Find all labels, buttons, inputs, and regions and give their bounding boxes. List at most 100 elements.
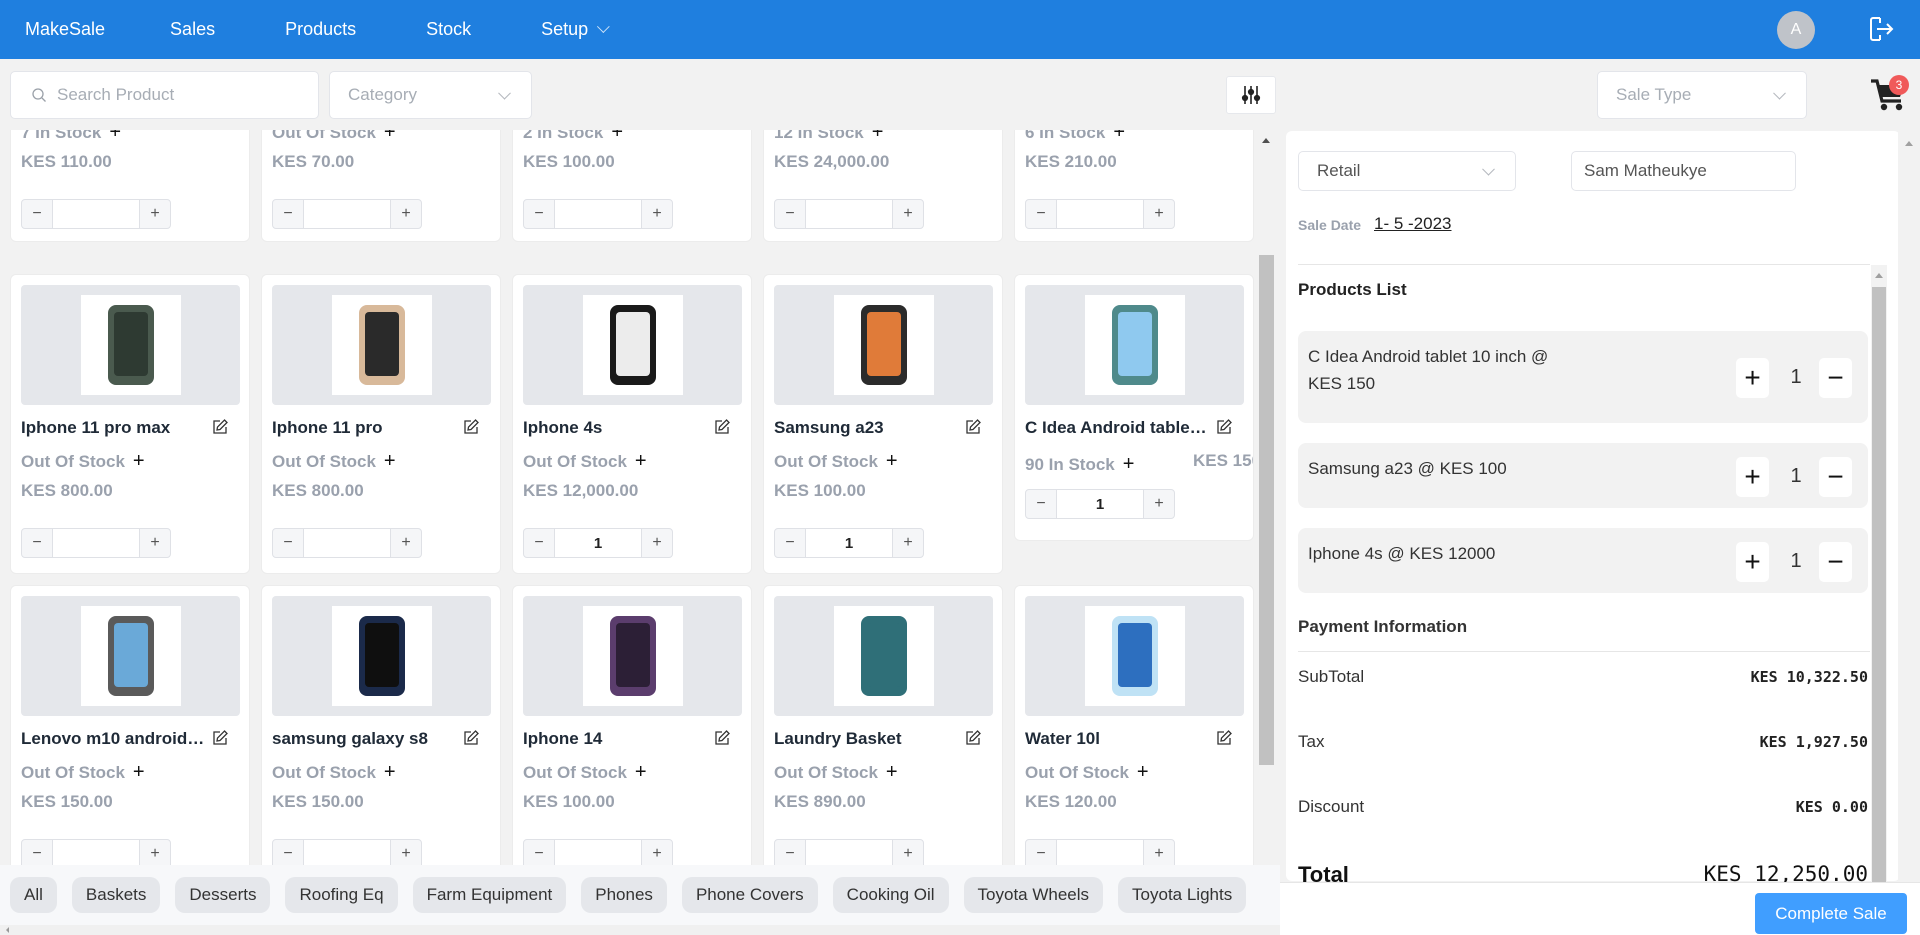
increment-button[interactable]: + <box>893 200 923 228</box>
add-stock-icon[interactable]: + <box>384 761 396 784</box>
quantity-input[interactable] <box>303 200 391 228</box>
category-chip[interactable]: Baskets <box>71 877 161 913</box>
quantity-stepper[interactable]: −+ <box>21 528 171 558</box>
quantity-input[interactable] <box>554 200 642 228</box>
quantity-stepper[interactable]: −+ <box>523 199 673 229</box>
product-image[interactable] <box>523 596 742 716</box>
decrement-button[interactable]: − <box>775 200 805 228</box>
quantity-stepper[interactable]: −+ <box>272 528 422 558</box>
quantity-stepper[interactable]: −+ <box>523 839 673 865</box>
add-stock-icon[interactable]: + <box>872 130 884 144</box>
edit-icon[interactable] <box>964 418 982 436</box>
increase-qty-button[interactable]: + <box>1736 358 1769 398</box>
product-image[interactable] <box>21 596 240 716</box>
quantity-input[interactable] <box>554 840 642 865</box>
scrollbar-thumb[interactable] <box>1259 255 1274 765</box>
nav-products[interactable]: Products <box>285 19 356 40</box>
product-image[interactable] <box>1025 285 1244 405</box>
increment-button[interactable]: + <box>391 529 421 557</box>
avatar[interactable]: A <box>1777 11 1815 49</box>
product-card[interactable]: Iphone 11 pro Out Of Stock + KES 800.00− + <box>261 274 501 574</box>
edit-icon[interactable] <box>1215 729 1233 747</box>
sale-panel-scrollbar[interactable] <box>1898 131 1920 881</box>
edit-icon[interactable] <box>964 729 982 747</box>
sale-panel-inner-scrollbar[interactable] <box>1871 265 1887 887</box>
product-card[interactable]: Iphone 14 Out Of Stock + KES 100.00− + <box>512 585 752 865</box>
logout-icon[interactable] <box>1866 14 1896 44</box>
quantity-stepper[interactable]: −+ <box>21 199 171 229</box>
add-stock-icon[interactable]: + <box>886 761 898 784</box>
increment-button[interactable]: + <box>391 840 421 865</box>
category-chip[interactable]: Toyota Lights <box>1118 877 1247 913</box>
nav-sales[interactable]: Sales <box>170 19 215 40</box>
product-image[interactable] <box>774 596 993 716</box>
product-card[interactable]: Out Of Stock + KES 70.00− + <box>261 130 501 242</box>
add-stock-icon[interactable]: + <box>384 450 396 473</box>
quantity-input[interactable] <box>554 529 642 557</box>
increment-button[interactable]: + <box>1144 490 1174 518</box>
scroll-up-icon[interactable] <box>1875 273 1883 278</box>
scroll-up-icon[interactable] <box>1905 141 1913 146</box>
nav-makesale[interactable]: MakeSale <box>25 19 105 40</box>
add-stock-icon[interactable]: + <box>1123 453 1135 476</box>
scroll-left-icon[interactable] <box>6 927 9 933</box>
category-chip[interactable]: Phone Covers <box>681 877 818 913</box>
product-image[interactable] <box>272 285 491 405</box>
quantity-stepper[interactable]: −+ <box>272 199 422 229</box>
customer-field[interactable] <box>1571 151 1796 191</box>
customer-input[interactable] <box>1584 161 1784 181</box>
quantity-input[interactable] <box>1056 840 1144 865</box>
product-image[interactable] <box>1025 596 1244 716</box>
quantity-stepper[interactable]: −+ <box>774 199 924 229</box>
decrement-button[interactable]: − <box>22 200 52 228</box>
product-grid-scrollbar[interactable] <box>1258 130 1274 865</box>
sale-type-select[interactable]: Sale Type <box>1597 71 1807 119</box>
edit-icon[interactable] <box>211 729 229 747</box>
increment-button[interactable]: + <box>642 200 672 228</box>
category-chip[interactable]: Cooking Oil <box>832 877 949 913</box>
decrement-button[interactable]: − <box>273 529 303 557</box>
product-card[interactable]: Lenovo m10 android tablet Out Of Stock + KE… <box>10 585 250 865</box>
product-card[interactable]: Iphone 11 pro max Out Of Stock + KES 800.00… <box>10 274 250 574</box>
product-card[interactable]: C Idea Android tablet 10 inch 90 In Stock… <box>1014 274 1254 541</box>
quantity-input[interactable] <box>303 840 391 865</box>
increment-button[interactable]: + <box>140 529 170 557</box>
scrollbar-thumb[interactable] <box>1872 287 1886 887</box>
add-stock-icon[interactable]: + <box>1113 130 1125 144</box>
product-card[interactable]: Water 10l Out Of Stock + KES 120.00− + <box>1014 585 1254 865</box>
increment-button[interactable]: + <box>893 840 923 865</box>
add-stock-icon[interactable]: + <box>611 130 623 144</box>
nav-stock[interactable]: Stock <box>426 19 471 40</box>
increment-button[interactable]: + <box>140 840 170 865</box>
search-input[interactable] <box>57 85 297 105</box>
edit-icon[interactable] <box>462 729 480 747</box>
increment-button[interactable]: + <box>1144 200 1174 228</box>
quantity-input[interactable] <box>52 840 140 865</box>
decrement-button[interactable]: − <box>22 529 52 557</box>
add-stock-icon[interactable]: + <box>133 450 145 473</box>
increment-button[interactable]: + <box>642 840 672 865</box>
quantity-input[interactable] <box>805 200 893 228</box>
product-image[interactable] <box>272 596 491 716</box>
scroll-up-icon[interactable] <box>1262 138 1270 143</box>
decrement-button[interactable]: − <box>273 840 303 865</box>
increment-button[interactable]: + <box>140 200 170 228</box>
product-card[interactable]: samsung galaxy s8 Out Of Stock + KES 150.00… <box>261 585 501 865</box>
complete-sale-button[interactable]: Complete Sale <box>1755 893 1907 934</box>
category-chip[interactable]: Farm Equipment <box>412 877 567 913</box>
decrement-button[interactable]: − <box>524 200 554 228</box>
quantity-input[interactable] <box>52 529 140 557</box>
sale-date-picker[interactable]: 1- 5 -2023 <box>1374 214 1452 234</box>
quantity-input[interactable] <box>805 529 893 557</box>
quantity-stepper[interactable]: −+ <box>774 528 924 558</box>
product-image[interactable] <box>21 285 240 405</box>
decrement-button[interactable]: − <box>524 529 554 557</box>
product-card[interactable]: Iphone 4sOut Of Stock+KES 12,000.00−+ <box>512 274 752 574</box>
edit-icon[interactable] <box>713 418 731 436</box>
add-stock-icon[interactable]: + <box>1137 761 1149 784</box>
increment-button[interactable]: + <box>893 529 923 557</box>
product-card[interactable]: 7 In Stock + KES 110.00− + <box>10 130 250 242</box>
decrement-button[interactable]: − <box>775 529 805 557</box>
increment-button[interactable]: + <box>642 529 672 557</box>
category-select[interactable]: Category <box>329 71 532 119</box>
